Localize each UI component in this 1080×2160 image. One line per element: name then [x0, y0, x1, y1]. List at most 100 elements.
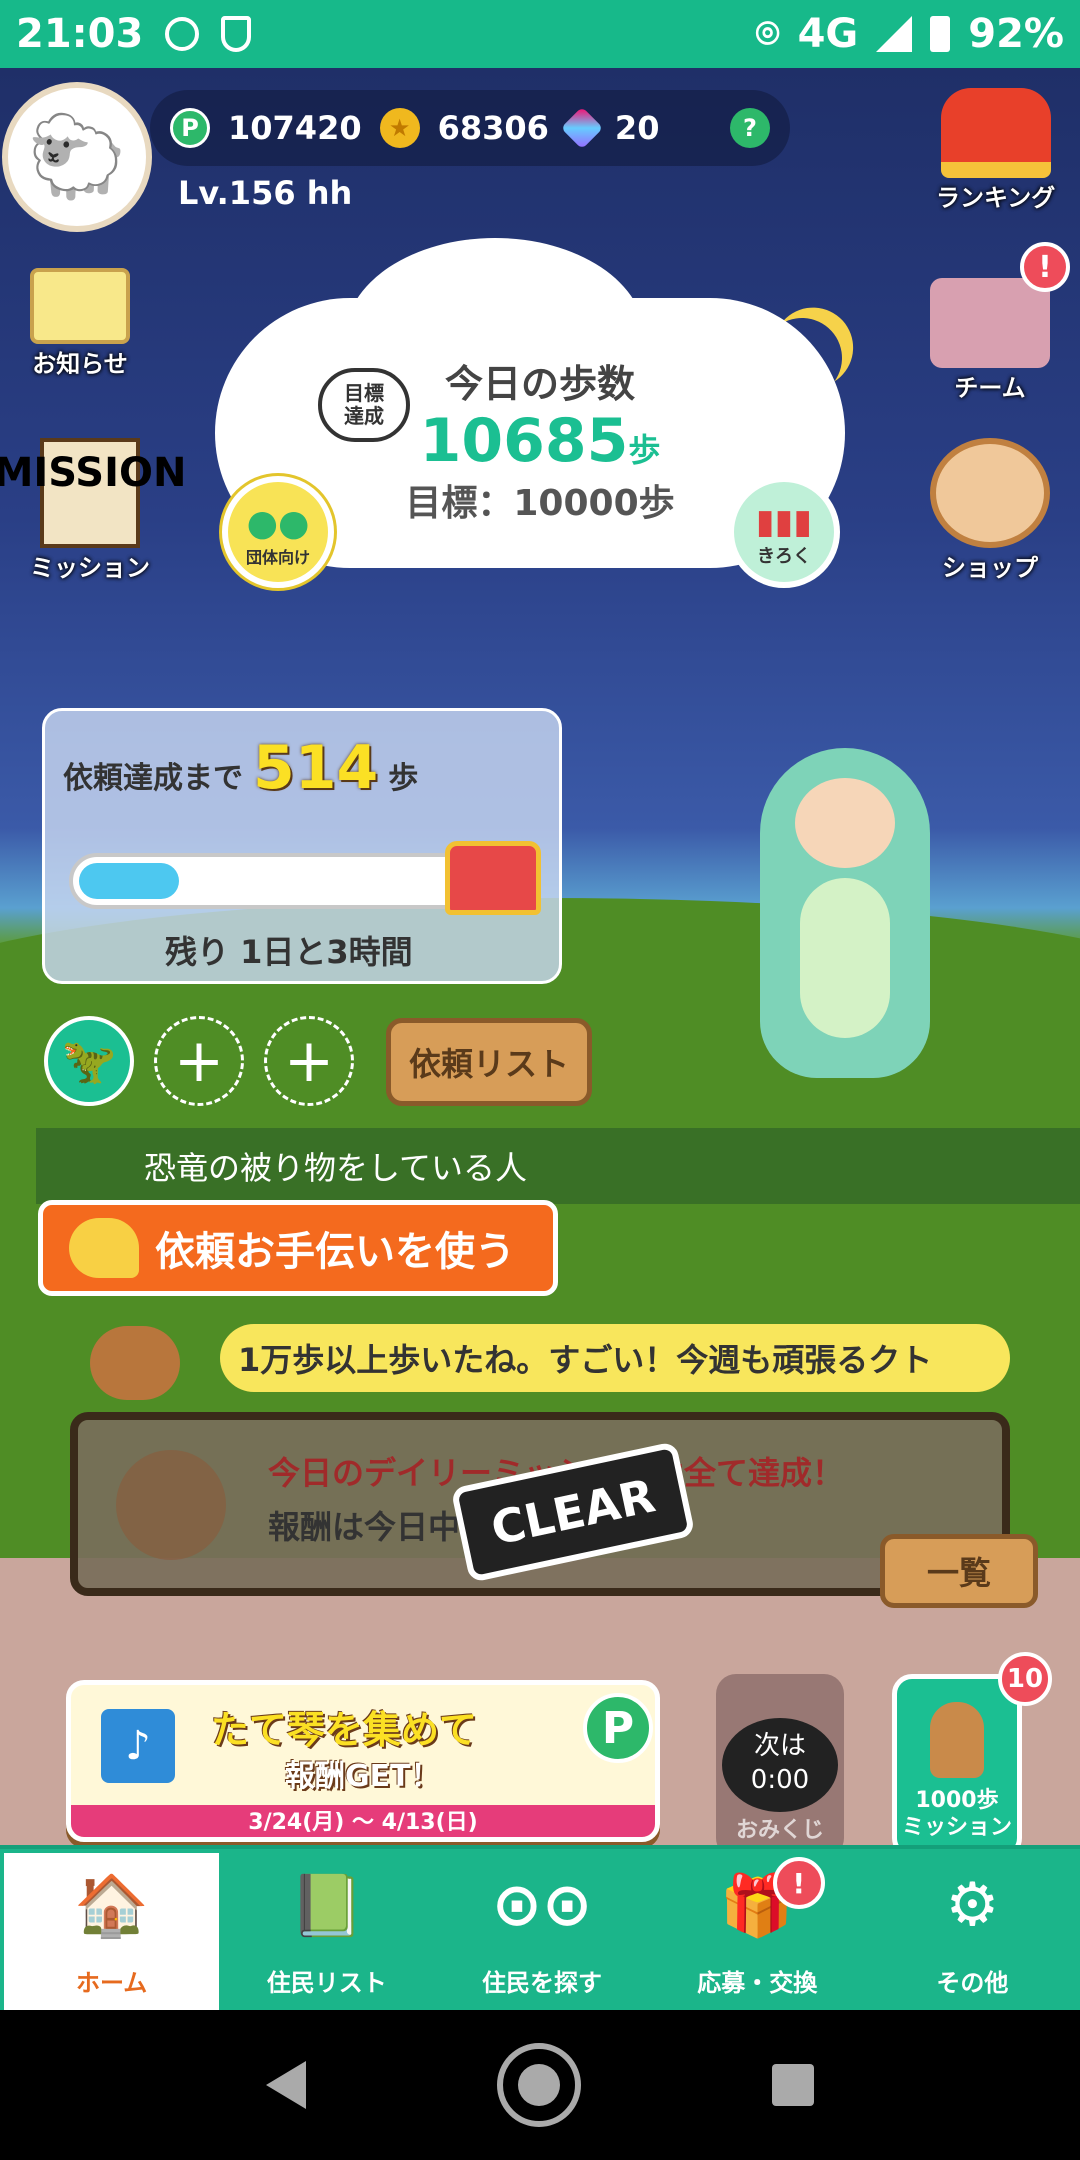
tab-find-residents[interactable]: ⊙⊙ 住民を探す: [434, 1849, 649, 2010]
gems-value: 20: [614, 109, 660, 147]
dino-face: [795, 778, 895, 868]
location-icon: ⌾: [755, 11, 780, 57]
house-icon: 🏠: [74, 1870, 149, 1941]
mission-1000-label: 1000歩 ミッション: [901, 1788, 1012, 1840]
request-label-text: 依頼達成まで: [63, 761, 243, 796]
request-progress-label: 依頼達成まで 514 歩: [63, 733, 541, 803]
request-remaining-time: 残り 1日と3時間: [165, 933, 413, 971]
gear-icon: ⚙: [945, 1870, 1000, 1940]
tab-label: 住民リスト: [266, 1969, 387, 1997]
data-saver-icon: [165, 17, 200, 51]
ranking-button[interactable]: ランキング: [936, 88, 1055, 213]
steps-goal: 目標：10000歩: [405, 483, 675, 524]
omikuji-next: 次は 0:00: [722, 1718, 838, 1812]
treasure-chest-icon: [445, 841, 541, 915]
helper-slot-filled[interactable]: 🦖: [44, 1016, 134, 1106]
tab-label: ホーム: [75, 1969, 148, 1997]
recent-apps-icon[interactable]: [772, 2064, 815, 2106]
player-level: Lv.156 hh: [178, 174, 353, 212]
help-button[interactable]: ?: [730, 108, 770, 148]
bottom-tab-bar: 🏠 ホーム 📗 住民リスト ⊙⊙ 住民を探す 🎁 応募・交換 ! ⚙ その他: [0, 1845, 1080, 2010]
ranking-label: ランキング: [936, 184, 1056, 212]
shop-label: ショップ: [942, 554, 1038, 582]
request-list-button[interactable]: 依頼リスト: [386, 1018, 592, 1106]
dinosaur-character[interactable]: [690, 708, 990, 1148]
request-progress-bar: [69, 853, 489, 909]
steps-unit: 歩: [628, 431, 661, 469]
bear-icon: [116, 1450, 226, 1560]
tab-apply-exchange[interactable]: 🎁 応募・交換 !: [650, 1849, 865, 2010]
steps-count: 10685歩: [390, 408, 690, 474]
banner-dates: 3/24(月) 〜 4/13(日): [71, 1805, 655, 1837]
back-icon[interactable]: [265, 2061, 306, 2109]
status-time: 21:03: [16, 11, 144, 57]
record-label: きろく: [757, 546, 811, 567]
record-button[interactable]: ▮▮▮ きろく: [728, 476, 840, 588]
tab-other[interactable]: ⚙ その他: [865, 1849, 1080, 2010]
omikuji-next-time: 0:00: [750, 1764, 810, 1795]
currency-bar: P 107420 ★ 68306 20 ?: [150, 90, 790, 166]
tab-label: その他: [936, 1969, 1009, 1997]
steps-title: 今日の歩数: [444, 362, 635, 406]
owl-mascot-icon: [90, 1326, 180, 1400]
mission-1000-button[interactable]: 1000歩 ミッション: [892, 1674, 1022, 1845]
system-nav-bar: [0, 2010, 1080, 2160]
harp-icon: ♪: [101, 1709, 175, 1783]
team-label: チーム: [954, 374, 1026, 402]
daily-mission-panel: 今日のデイリーミッションは全て達成！ 報酬は今日中に受け取ろう！ CLEAR: [70, 1412, 1010, 1596]
steps-summary: 今日の歩数 10685歩 目標：10000歩: [390, 353, 690, 526]
request-unit: 歩: [388, 761, 419, 796]
point-icon: P: [170, 108, 210, 148]
tab-resident-list[interactable]: 📗 住民リスト: [219, 1849, 434, 2010]
mascot-speech: 1万歩以上歩いたね。すごい！今週も頑張るクト: [220, 1324, 1010, 1392]
helper-slot-add[interactable]: +: [154, 1016, 244, 1106]
omikuji-button[interactable]: 次は 0:00 おみくじ: [716, 1674, 844, 1845]
daily-list-button[interactable]: 一覧: [880, 1534, 1038, 1608]
mission-1000-count-badge: 10: [998, 1652, 1052, 1706]
event-banner[interactable]: ♪ たて琴を集めて 報酬GET！ P 3/24(月) 〜 4/13(日): [66, 1680, 660, 1842]
status-right: ⌾ 4G 92%: [756, 11, 1064, 57]
team-button[interactable]: チーム: [930, 278, 1050, 403]
magnifier-icon: [930, 438, 1050, 548]
points-value: 107420: [228, 109, 362, 147]
team-icon: [930, 278, 1050, 368]
binoculars-icon: ⊙⊙: [491, 1870, 593, 1940]
mission-button[interactable]: MISSION ミッション: [0, 438, 186, 583]
crown-icon: [940, 88, 1051, 178]
otter-icon: [930, 1702, 984, 1779]
dino-belly: [800, 878, 890, 1038]
home-screen: 🐑 P 107420 ★ 68306 20 ? Lv.156 hh お知らせ M…: [0, 68, 1080, 1845]
help-button-label: 依頼お手伝いを使う: [155, 1229, 515, 1275]
banner-title: たて琴を集めて: [211, 1708, 478, 1752]
requester-name: 恐竜の被り物をしている人: [36, 1128, 1080, 1204]
omikuji-label: おみくじ: [735, 1818, 824, 1843]
request-progress-fill: [79, 863, 179, 899]
team-alert-badge: !: [1020, 242, 1070, 292]
group-button[interactable]: ●● 団体向け: [222, 476, 334, 588]
status-bar: 21:03 ⌾ 4G 92%: [0, 0, 1080, 68]
battery-percent: 92%: [968, 11, 1064, 57]
book-icon: 📗: [289, 1870, 365, 1941]
shield-icon: [221, 16, 252, 52]
omikuji-next-label: 次は: [753, 1731, 806, 1761]
tab-label: 応募・交換: [697, 1969, 818, 1997]
shop-button[interactable]: ショップ: [930, 438, 1050, 583]
people-icon: ●●: [246, 503, 310, 544]
network-type: 4G: [797, 11, 859, 57]
mission-icon: MISSION: [0, 438, 186, 548]
tab-home[interactable]: 🏠 ホーム: [4, 1853, 220, 2010]
mission-label: ミッション: [30, 554, 150, 582]
home-icon[interactable]: [496, 2043, 581, 2127]
helper-slot-add[interactable]: +: [264, 1016, 354, 1106]
news-button[interactable]: お知らせ: [30, 268, 130, 379]
coins-value: 68306: [437, 109, 549, 147]
request-remaining-steps: 514: [253, 733, 379, 803]
battery-icon: [930, 16, 951, 52]
tab-alert-badge: !: [772, 1857, 825, 1909]
use-request-help-button[interactable]: 依頼お手伝いを使う: [38, 1200, 558, 1296]
group-label: 団体向け: [245, 548, 310, 567]
bar-chart-icon: ▮▮▮: [755, 502, 813, 542]
gem-icon: [560, 106, 604, 150]
avatar[interactable]: 🐑: [2, 82, 152, 232]
signal-icon: [876, 16, 913, 52]
